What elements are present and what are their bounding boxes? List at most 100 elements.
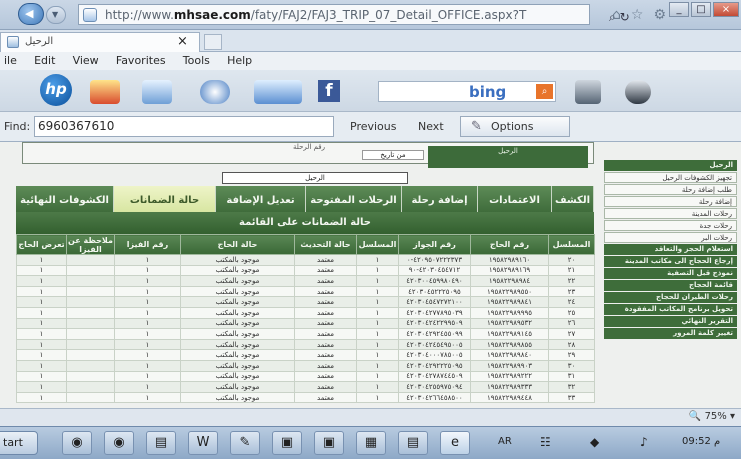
hp-logo-icon[interactable]: hp xyxy=(40,74,72,106)
window-controls[interactable]: _ □ × xyxy=(669,2,739,17)
minimize-button[interactable]: _ xyxy=(669,2,689,17)
tab-report[interactable]: الكشف xyxy=(552,186,594,212)
table-cell: موجود بالمكتب xyxy=(180,328,295,340)
photo-app-icon[interactable] xyxy=(254,80,302,104)
maximize-button[interactable]: □ xyxy=(691,2,711,17)
table-row[interactable]: ١ ١ موجود بالمكتب معتمد ١ ٤٢٠٣٠٤٢٩٢٤٥٥٠٩٩ ١٩٥٨… xyxy=(16,328,595,340)
tray-network-icon[interactable]: ☷ xyxy=(540,435,551,449)
toolbar-icons[interactable]: ⌂☆⚙ xyxy=(612,7,676,23)
menu-tools[interactable]: Tools xyxy=(183,52,210,70)
forward-icon[interactable] xyxy=(46,6,66,24)
col-header[interactable]: المسلسل xyxy=(548,234,595,255)
table-cell: ١ xyxy=(16,359,67,372)
col-header[interactable]: تعرض الحاج xyxy=(16,234,67,255)
col-header[interactable]: رقم الجواز xyxy=(398,234,471,255)
sidebar-item[interactable]: إرجاع الحجاج الى مكاتب المدينة xyxy=(604,256,737,267)
back-icon[interactable] xyxy=(18,3,44,25)
taskbar-folder-icon[interactable]: ▤ xyxy=(398,431,428,455)
sidebar-item[interactable]: إضافة رحلة xyxy=(604,196,737,207)
table-cell: ١٩٥٨٢٢٩٨٩٩٠٣ xyxy=(470,359,549,372)
top-field[interactable]: من تاريخ xyxy=(362,150,424,160)
table-row[interactable]: ١ ١ موجود بالمكتب معتمد ١ ٤٢٠٣٠٤٢٩٢٢٢٥٠٩٥ ١٩٥٨… xyxy=(16,359,595,372)
messenger-icon[interactable] xyxy=(200,80,230,104)
find-options-button[interactable]: Options xyxy=(460,116,570,137)
sidebar-item[interactable]: تجهيز الكشوفات الرحيل xyxy=(604,172,737,183)
find-input[interactable]: 6960367610 xyxy=(34,116,334,137)
table-row[interactable]: ١ ١ موجود بالمكتب معتمد ١ ٤٢٠٣٠٤٢٥٥٩٧٥٠٩٤ ١٩٥٨… xyxy=(16,381,595,393)
taskbar-folder-icon[interactable]: ▤ xyxy=(146,431,176,455)
table-row[interactable]: ١ ١ موجود بالمكتب معتمد ١ ٤٢٠٣٠٤٢٧٨٧٤٤٥٠٩ ١٩٥٨… xyxy=(16,370,595,383)
top-header-label: الرحيل xyxy=(428,146,588,168)
sidebar-item[interactable]: رحلات البر xyxy=(604,232,737,243)
menu-file[interactable]: ile xyxy=(4,52,17,70)
taskbar-firefox-icon[interactable]: ◉ xyxy=(104,431,134,455)
table-row[interactable]: ١ ١ موجود بالمكتب معتمد ١ ٤٢٠٣٠٤٥٤٧٢٧٢١٠٠ ١٩٥٨… xyxy=(16,296,595,308)
close-button[interactable]: × xyxy=(713,2,739,17)
find-previous-button[interactable]: Previous xyxy=(350,120,397,133)
table-cell: معتمد xyxy=(294,285,357,298)
col-header[interactable]: ملاحظة عن الفيزا xyxy=(66,234,115,255)
zoom-level[interactable]: 🔍 75% ▾ xyxy=(689,411,735,422)
menu-help[interactable]: Help xyxy=(227,52,252,70)
col-header[interactable]: حالة التحديث xyxy=(294,234,357,255)
tab-open-trips[interactable]: الرحلات المفتوحة xyxy=(306,186,402,212)
table-row[interactable]: ١ ١ موجود بالمكتب معتمد ١ ٤٢٠٣٠٤٢٤٥٤٩٥٠٠٥ ١٩٥٨… xyxy=(16,338,595,351)
col-header[interactable]: حالة الحاج xyxy=(180,234,295,255)
bing-search-icon[interactable]: ⌕ xyxy=(536,84,553,99)
tab-edit-addition[interactable]: تعديل الإضافة xyxy=(216,186,306,212)
new-tab-button[interactable] xyxy=(204,34,222,50)
sidebar-item[interactable]: رحلات جدة xyxy=(604,220,737,231)
menu-favorites[interactable]: Favorites xyxy=(116,52,166,70)
table-row[interactable]: ١ ١ موجود بالمكتب معتمد ١ ٤٢٠٣٠٤٢٤٢٢٩٩٥٠٩ ١٩٥٨… xyxy=(16,317,595,330)
sidebar-item[interactable]: تحويل برنامج المكاتب المفقودة xyxy=(604,304,737,315)
table-row[interactable]: ١ ١ موجود بالمكتب معتمد ١ ٤٢٠٣٠٤٢٦٦٤٥٨٥٠٠ ١٩٥٨… xyxy=(16,391,595,404)
language-indicator[interactable]: AR xyxy=(498,436,512,447)
menu-edit[interactable]: Edit xyxy=(34,52,55,70)
table-row[interactable]: ١ ١ موجود بالمكتب معتمد ١ ٤٢٠٣٠٠٤٥٩٩٨٠٤٩٠ ١٩٥٨… xyxy=(16,275,595,287)
taskbar-firefox-icon[interactable]: ◉ xyxy=(62,431,92,455)
table-row[interactable]: ١ ١ موجود بالمكتب معتمد ١ ٤٢٠٩٥٠٧٢٢٢٣٧٣-٠ ١٩٥٨… xyxy=(16,254,595,266)
table-row[interactable]: ١ ١ موجود بالمكتب معتمد ١ ٤٢٠٣٠٤٥٤٧١٢-٩٠ ١٩٥٨٢… xyxy=(16,264,595,277)
user-icon[interactable] xyxy=(625,80,651,104)
sidebar-item[interactable]: قائمة الحجاج xyxy=(604,280,737,291)
taskbar-paint-icon[interactable]: ✎ xyxy=(230,431,260,455)
browser-tab[interactable]: الرحيل × xyxy=(0,32,200,52)
trip-select[interactable]: الرحيل xyxy=(222,172,408,184)
sidebar-item[interactable]: رحلات المدينة xyxy=(604,208,737,219)
tab-close-icon[interactable]: × xyxy=(177,34,188,49)
taskbar-word-icon[interactable]: W xyxy=(188,431,218,455)
facebook-icon[interactable]: f xyxy=(318,80,340,102)
table-row[interactable]: ١ ١ موجود بالمكتب معتمد ١ ٤٢٠٣٠٤٢٧٧٨٩٥٠٣٩ ١٩٥٨… xyxy=(16,306,595,319)
col-header[interactable]: رقم الحاج xyxy=(470,234,549,255)
sidebar-item[interactable]: استعلام الحجز والتعاقد xyxy=(604,244,737,255)
table-cell xyxy=(66,391,115,404)
tab-final-reports[interactable]: الكشوفات النهائية xyxy=(16,186,114,212)
sidebar-item[interactable]: التقرير النهائي xyxy=(604,316,737,327)
printer-icon[interactable] xyxy=(575,80,601,104)
tab-guarantees[interactable]: حالة الضمانات xyxy=(114,186,216,212)
bing-search-box[interactable]: bing ⌕ xyxy=(378,81,556,102)
start-button[interactable]: tart xyxy=(0,431,38,455)
table-row[interactable]: ١ ١ موجود بالمكتب معتمد ١ ٤٢٠٣٠٤٥٢٢٢٥٠٩٥ ١٩٥٨٢… xyxy=(16,285,595,298)
tab-approvals[interactable]: الاعتمادات xyxy=(478,186,552,212)
find-next-button[interactable]: Next xyxy=(418,120,444,133)
sidebar-item[interactable]: رحلات الطيران للحجاج xyxy=(604,292,737,303)
toolbar-app-icon[interactable] xyxy=(90,80,120,104)
tab-add-trip[interactable]: إضافة رحلة xyxy=(402,186,478,212)
taskbar-ie-icon[interactable]: e xyxy=(440,431,470,455)
col-header[interactable]: المسلسل xyxy=(356,234,399,255)
table-row[interactable]: ١ ١ موجود بالمكتب معتمد ١ ٤٢٠٣٠٤٠٠٠٧٨٥٠٠٥ ١٩٥٨… xyxy=(16,349,595,361)
mail-icon[interactable] xyxy=(142,80,172,104)
sidebar-item[interactable]: نموذج قبل التصفية xyxy=(604,268,737,279)
sidebar-item[interactable]: طلب إضافة رحلة xyxy=(604,184,737,195)
sidebar-item[interactable]: تغيير كلمة المرور xyxy=(604,328,737,339)
tray-volume-icon[interactable]: ♪ xyxy=(640,435,648,449)
taskbar-app-icon[interactable]: ▣ xyxy=(314,431,344,455)
tray-shield-icon[interactable]: ◆ xyxy=(590,435,599,449)
col-header[interactable]: رقم الفيزا xyxy=(114,234,181,255)
menu-view[interactable]: View xyxy=(73,52,99,70)
sidebar-item[interactable]: الرحيل xyxy=(604,160,737,171)
url-field[interactable]: http://www.mhsae.com/faty/FAJ2/FAJ3_TRIP… xyxy=(78,4,630,25)
taskbar-app-icon[interactable]: ▣ xyxy=(272,431,302,455)
taskbar-app-icon[interactable]: ▦ xyxy=(356,431,386,455)
